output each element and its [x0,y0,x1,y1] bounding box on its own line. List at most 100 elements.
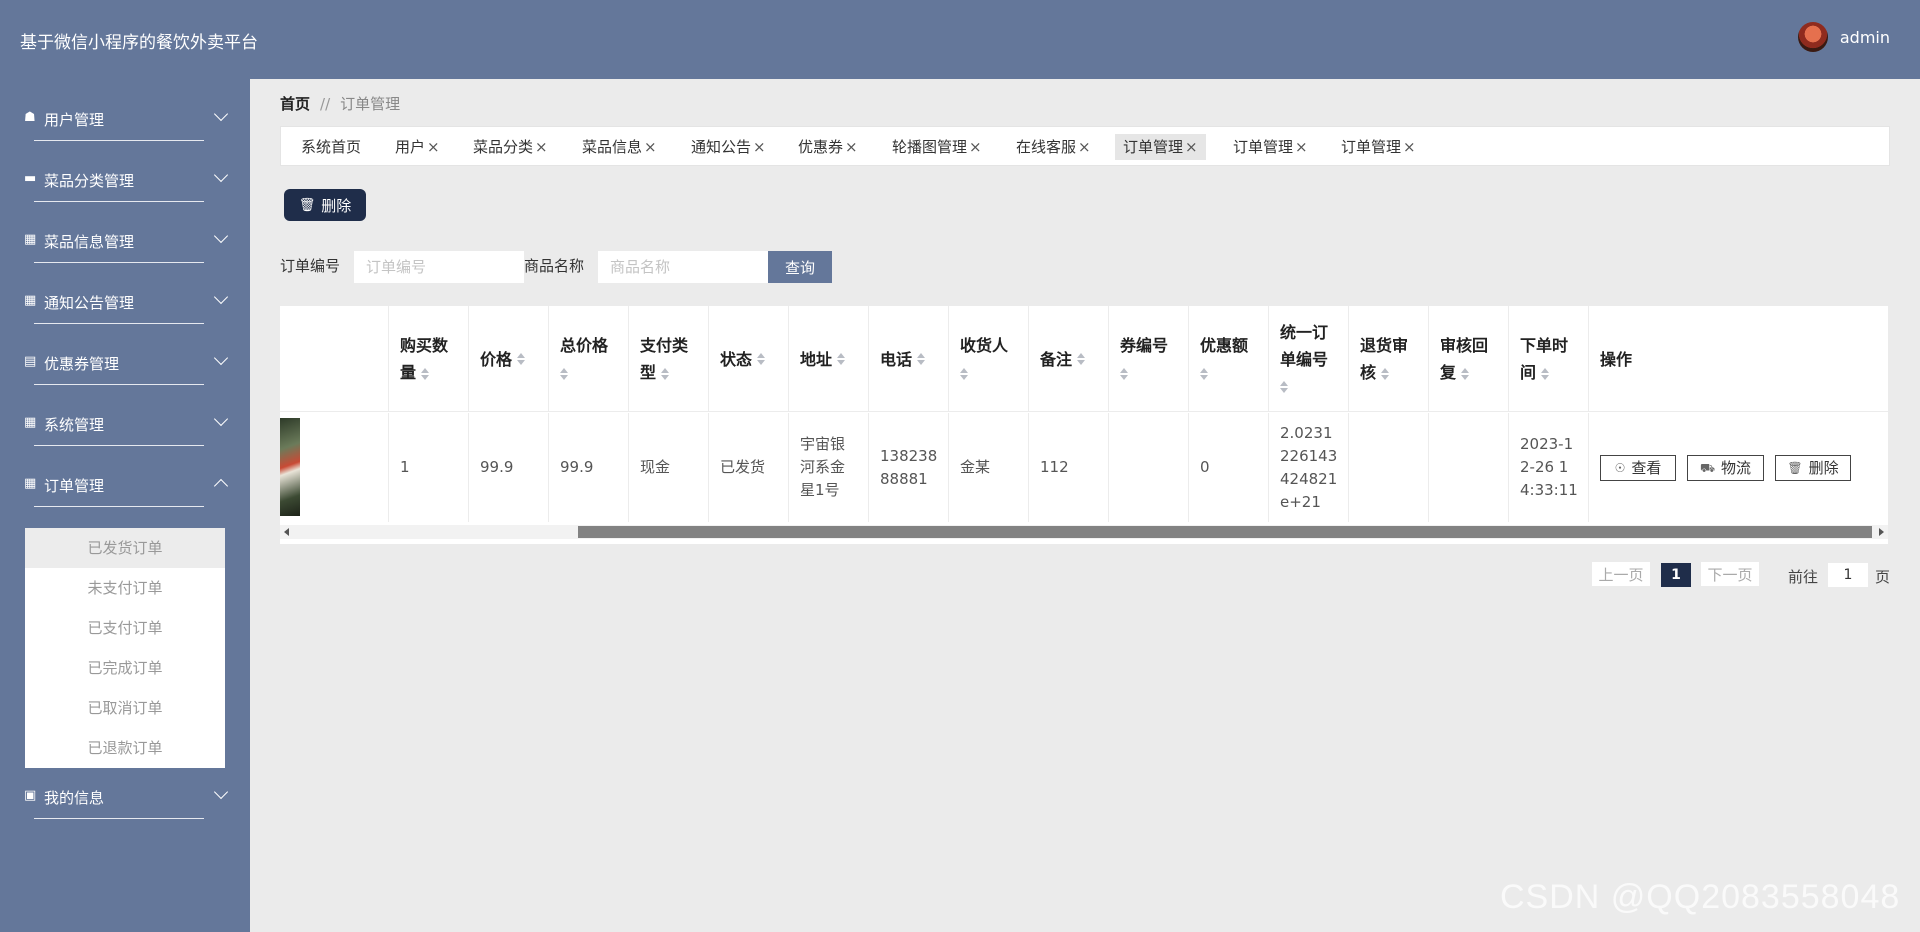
close-icon[interactable]: × [753,138,766,156]
th-remark[interactable]: 备注 [1029,306,1109,412]
th-price[interactable]: 价格 [469,306,549,412]
close-icon[interactable]: × [1185,138,1198,156]
cell-time: 2023-1 2-26 1 4:33:11 [1509,413,1589,522]
th-pay-type[interactable]: 支付类型 [629,306,709,412]
scroll-left-icon[interactable] [284,528,289,536]
th-phone[interactable]: 电话 [869,306,949,412]
sort-icon[interactable] [1280,381,1288,393]
breadcrumb-home[interactable]: 首页 [280,93,310,114]
close-icon[interactable]: × [1403,138,1416,156]
sort-icon[interactable] [1541,367,1550,380]
tab-carousel[interactable]: 轮播图管理 × [884,134,990,160]
view-button[interactable]: ☉ 查看 [1600,455,1676,481]
tab-orders-3[interactable]: 订单管理 × [1333,134,1424,160]
orders-submenu: 已发货订单 未支付订单 已支付订单 已完成订单 已取消订单 已退款订单 [25,528,225,768]
sort-icon[interactable] [1077,353,1086,365]
tab-label: 通知公告 [691,138,752,156]
tab-user[interactable]: 用户 × [387,134,448,160]
sidebar-item-dish-category[interactable]: ▬ 菜品分类管理 [0,152,250,213]
tab-dish-category[interactable]: 菜品分类 × [465,134,556,160]
sidebar-item-coupon[interactable]: ▤ 优惠券管理 [0,335,250,396]
avatar[interactable] [1797,22,1828,52]
cell-discount: 0 [1189,413,1269,522]
sort-icon[interactable] [1461,367,1470,380]
tab-home[interactable]: 系统首页 [293,134,369,160]
prev-page-button[interactable]: 上一页 [1592,562,1650,586]
page-number-current[interactable]: 1 [1661,563,1691,587]
scrollbar-thumb[interactable] [578,526,1872,538]
product-name-input[interactable] [598,251,768,283]
sidebar-item-label: 优惠券管理 [44,355,120,373]
tab-coupon[interactable]: 优惠券 × [790,134,866,160]
th-review-reply[interactable]: 审核回复 [1429,306,1509,412]
breadcrumb-current: 订单管理 [340,95,401,113]
sort-icon[interactable] [517,353,526,365]
divider [34,384,204,385]
sort-icon[interactable] [560,367,568,380]
sort-icon[interactable] [1120,367,1128,380]
batch-delete-button[interactable]: 🗑 删除 [284,189,366,221]
tab-online-service[interactable]: 在线客服 × [1008,134,1099,160]
horizontal-scrollbar[interactable] [280,525,1888,539]
submenu-item-completed[interactable]: 已完成订单 [25,648,225,688]
sort-icon[interactable] [1200,367,1208,380]
query-button[interactable]: 查询 [768,251,832,283]
cell-status: 已发货 [709,413,789,522]
th-total[interactable]: 总价格 [549,306,629,412]
th-return-review[interactable]: 退货审核 [1349,306,1429,412]
tab-orders-2[interactable]: 订单管理 × [1225,134,1316,160]
close-icon[interactable]: × [1295,138,1308,156]
close-icon[interactable]: × [1078,138,1091,156]
sidebar-item-notice[interactable]: ▦ 通知公告管理 [0,274,250,335]
th-receiver[interactable]: 收货人 [949,306,1029,412]
submenu-item-unpaid[interactable]: 未支付订单 [25,568,225,608]
goto-label: 前往 [1788,568,1819,586]
tab-dish-info[interactable]: 菜品信息 × [574,134,665,160]
breadcrumb-separator: // [320,94,331,113]
th-order-no[interactable]: 统一订 单编号 [1269,306,1349,412]
close-icon[interactable]: × [427,138,440,156]
cell-address: 宇宙银 河系金 星1号 [789,413,869,522]
th-qty[interactable]: 购买数量 [389,306,469,412]
page-unit-label: 页 [1875,568,1891,586]
sort-icon[interactable] [661,367,670,380]
th-coupon-no[interactable]: 券编号 [1109,306,1189,412]
sort-icon[interactable] [421,367,430,380]
sort-icon[interactable] [757,353,766,365]
submenu-item-shipped[interactable]: 已发货订单 [25,528,225,568]
tab-orders-active[interactable]: 订单管理 × [1115,134,1206,160]
sort-icon[interactable] [1381,367,1390,380]
logistics-button[interactable]: ⛟ 物流 [1687,455,1764,481]
th-discount[interactable]: 优惠额 [1189,306,1269,412]
th-status[interactable]: 状态 [709,306,789,412]
tab-notice[interactable]: 通知公告 × [683,134,774,160]
sidebar-item-my-info[interactable]: ▣ 我的信息 [0,769,250,830]
th-address[interactable]: 地址 [789,306,869,412]
sort-icon[interactable] [917,353,926,365]
th-time[interactable]: 下单时间 [1509,306,1589,412]
sidebar-item-user-management[interactable]: ☗ 用户管理 [0,91,250,152]
close-icon[interactable]: × [535,138,548,156]
chevron-down-icon [213,350,229,366]
row-delete-button[interactable]: 🗑 删除 [1775,455,1851,481]
submenu-item-paid[interactable]: 已支付订单 [25,608,225,648]
close-icon[interactable]: × [644,138,657,156]
next-page-button[interactable]: 下一页 [1701,562,1759,586]
close-icon[interactable]: × [969,138,982,156]
submenu-item-cancelled[interactable]: 已取消订单 [25,688,225,728]
tab-label: 优惠券 [798,138,844,156]
sidebar-item-orders[interactable]: ▦ 订单管理 [0,457,250,518]
sidebar-item-dish-info[interactable]: ▦ 菜品信息管理 [0,213,250,274]
username[interactable]: admin [1840,28,1890,47]
tab-label: 订单管理 [1341,138,1402,156]
goto-page-input[interactable] [1828,563,1868,587]
order-no-input[interactable] [354,251,524,283]
sort-icon[interactable] [837,353,846,365]
user-menu[interactable]: admin [1797,22,1890,52]
scroll-right-icon[interactable] [1879,528,1884,536]
grid-icon: ▦ [24,415,37,430]
close-icon[interactable]: × [845,138,858,156]
sort-icon[interactable] [960,367,968,380]
sidebar-item-system[interactable]: ▦ 系统管理 [0,396,250,457]
submenu-item-refunded[interactable]: 已退款订单 [25,728,225,768]
